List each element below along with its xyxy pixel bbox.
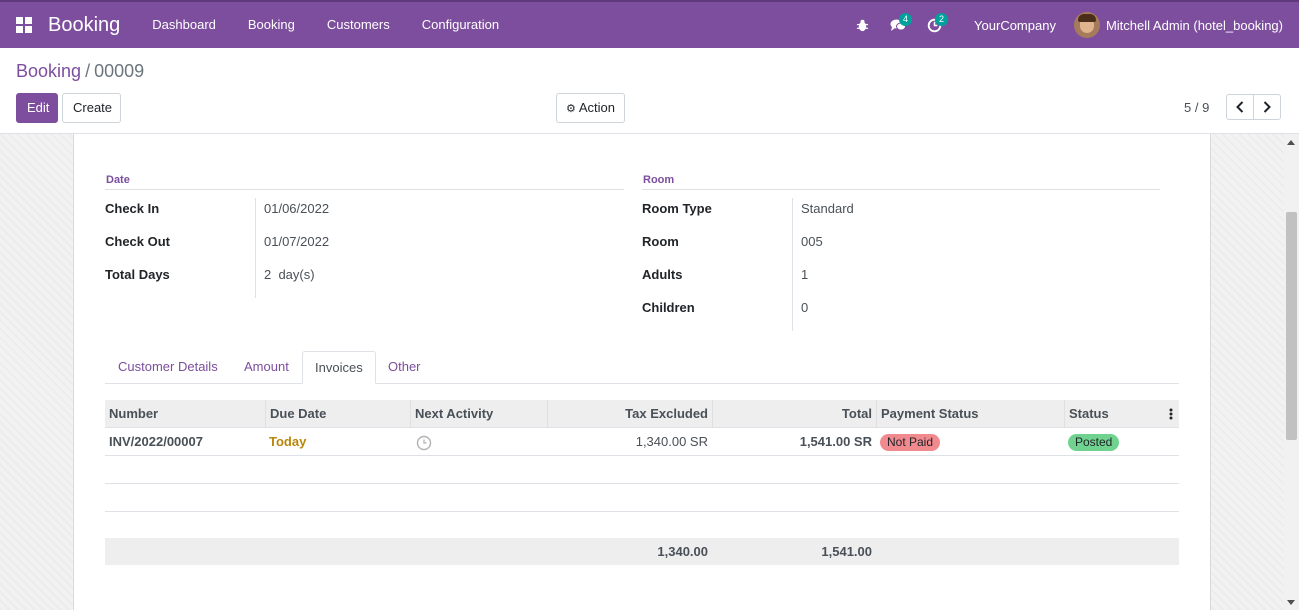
total-days-value: 2 day(s) bbox=[264, 267, 315, 282]
column-next-activity[interactable]: Next Activity bbox=[410, 400, 547, 428]
room-group-divider bbox=[642, 189, 1160, 190]
date-group-title: Date bbox=[106, 174, 130, 186]
action-button[interactable]: ⚙ Action bbox=[556, 93, 625, 123]
menu-customers[interactable]: Customers bbox=[311, 2, 406, 48]
tab-invoices[interactable]: Invoices bbox=[302, 351, 376, 384]
pager-value[interactable]: 5 / 9 bbox=[1184, 100, 1209, 115]
messages-badge: 4 bbox=[899, 13, 913, 26]
invoice-tax-excluded: 1,340.00 SR bbox=[635, 434, 708, 449]
breadcrumb-current: 00009 bbox=[94, 61, 145, 81]
scroll-down-arrow-icon[interactable] bbox=[1287, 600, 1295, 605]
column-total[interactable]: Total bbox=[712, 400, 876, 428]
scroll-up-arrow-icon[interactable] bbox=[1287, 140, 1295, 145]
table-empty-row bbox=[105, 456, 1179, 484]
company-switcher[interactable]: YourCompany bbox=[952, 18, 1074, 33]
check-in-value: 01/06/2022 bbox=[264, 201, 330, 216]
menu-dashboard[interactable]: Dashboard bbox=[136, 2, 232, 48]
status-cell: Posted bbox=[1064, 428, 1179, 456]
check-out-label: Check Out bbox=[105, 234, 171, 249]
date-group-separator bbox=[255, 198, 256, 298]
tab-amount[interactable]: Amount bbox=[232, 351, 301, 384]
children-label: Children bbox=[642, 300, 695, 315]
table-row[interactable]: INV/2022/00007 Today 1,340.00 SR 1,541.0… bbox=[105, 428, 1179, 456]
room-label: Room bbox=[642, 234, 679, 249]
invoice-total: 1,541.00 SR bbox=[799, 434, 872, 449]
adults-value: 1 bbox=[801, 267, 809, 282]
control-panel: Booking/00009 Edit Create ⚙ Action 5 / 9 bbox=[0, 48, 1299, 134]
top-navbar: Booking Dashboard Booking Customers Conf… bbox=[0, 0, 1299, 48]
activity-clock-icon[interactable] bbox=[416, 435, 432, 451]
debug-bug-icon[interactable] bbox=[844, 2, 880, 48]
not-paid-badge: Not Paid bbox=[880, 434, 941, 451]
messages-chat-icon[interactable]: 4 bbox=[880, 2, 916, 48]
chevron-left-icon bbox=[1236, 101, 1244, 113]
column-tax-excluded[interactable]: Tax Excluded bbox=[547, 400, 712, 428]
tab-other[interactable]: Other bbox=[376, 351, 433, 384]
menu-booking[interactable]: Booking bbox=[232, 2, 311, 48]
breadcrumb-parent[interactable]: Booking bbox=[16, 61, 81, 81]
pager-previous-button[interactable] bbox=[1226, 94, 1254, 120]
create-button[interactable]: Create bbox=[62, 93, 121, 123]
breadcrumb: Booking/00009 bbox=[16, 61, 144, 82]
tab-customer-details[interactable]: Customer Details bbox=[106, 351, 230, 384]
user-menu[interactable]: Mitchell Admin (hotel_booking) bbox=[1073, 12, 1299, 38]
room-value: 005 bbox=[801, 234, 823, 249]
edit-button[interactable]: Edit bbox=[16, 93, 58, 123]
apps-menu-icon[interactable] bbox=[0, 2, 48, 48]
app-brand[interactable]: Booking bbox=[48, 14, 120, 37]
check-in-label: Check In bbox=[105, 201, 160, 216]
gear-icon: ⚙ bbox=[566, 103, 576, 115]
check-out-value: 01/07/2022 bbox=[264, 234, 330, 249]
invoice-number: INV/2022/00007 bbox=[109, 434, 203, 449]
pager-next-button[interactable] bbox=[1253, 94, 1281, 120]
date-group-divider bbox=[105, 189, 624, 190]
room-type-label: Room Type bbox=[642, 201, 712, 216]
user-avatar bbox=[1073, 12, 1100, 38]
column-due-date[interactable]: Due Date bbox=[265, 400, 410, 428]
chevron-right-icon bbox=[1263, 101, 1271, 113]
user-name: Mitchell Admin (hotel_booking) bbox=[1105, 17, 1283, 33]
activities-clock-icon[interactable]: 2 bbox=[916, 2, 952, 48]
posted-badge: Posted bbox=[1068, 434, 1120, 451]
room-type-value: Standard bbox=[801, 201, 854, 216]
column-options-icon[interactable] bbox=[1169, 407, 1173, 421]
next-activity-cell bbox=[410, 428, 547, 456]
sum-tax-excluded: 1,340.00 bbox=[657, 544, 708, 559]
scrollbar-thumb[interactable] bbox=[1286, 212, 1297, 440]
sum-total: 1,541.00 bbox=[821, 544, 872, 559]
activities-badge: 2 bbox=[935, 13, 949, 26]
menu-configuration[interactable]: Configuration bbox=[406, 2, 515, 48]
children-value: 0 bbox=[801, 300, 809, 315]
payment-status-cell: Not Paid bbox=[876, 428, 1064, 456]
table-empty-row bbox=[105, 484, 1179, 512]
invoice-due-date: Today bbox=[269, 434, 307, 449]
column-status[interactable]: Status bbox=[1064, 400, 1179, 428]
table-footer-totals: 1,340.00 1,541.00 bbox=[105, 538, 1179, 565]
column-payment-status[interactable]: Payment Status bbox=[876, 400, 1064, 428]
column-number[interactable]: Number bbox=[105, 400, 265, 428]
breadcrumb-separator: / bbox=[85, 61, 91, 81]
room-group-separator bbox=[792, 198, 793, 331]
total-days-label: Total Days bbox=[105, 267, 170, 282]
room-group-title: Room bbox=[643, 174, 675, 186]
adults-label: Adults bbox=[642, 267, 683, 282]
action-button-label: Action bbox=[578, 100, 615, 115]
table-header: Number Due Date Next Activity Tax Exclud… bbox=[105, 400, 1179, 428]
